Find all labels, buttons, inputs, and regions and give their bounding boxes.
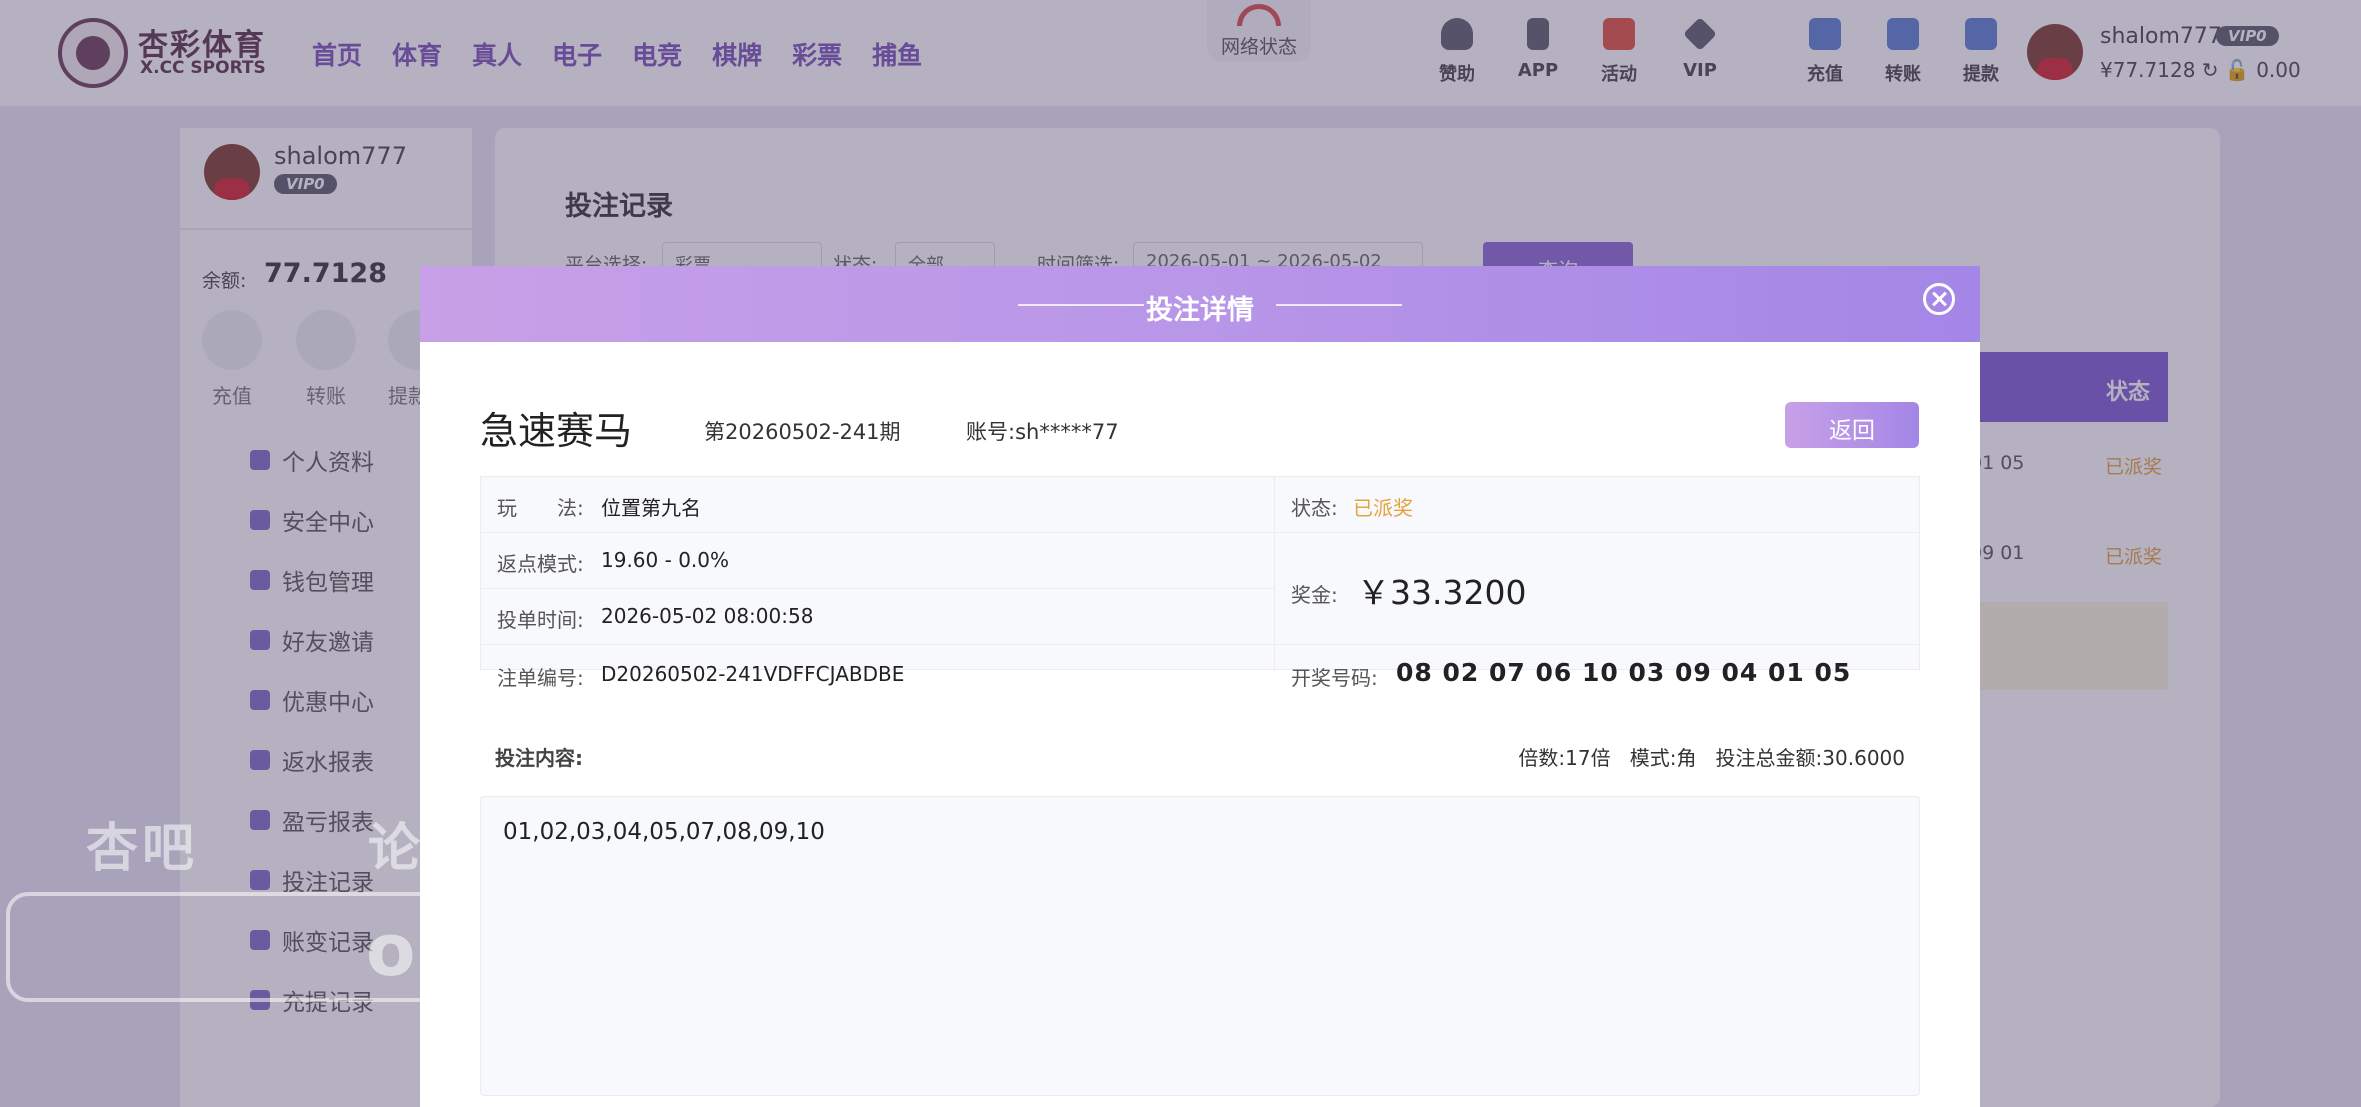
rebate-label: 返点模式: xyxy=(497,552,584,576)
account-value: sh*****77 xyxy=(1015,420,1119,444)
bet-detail-table: 玩 法: 位置第九名 返点模式: 19.60 - 0.0% 投单时间: 2026… xyxy=(480,476,1920,690)
title-decoration-right xyxy=(1276,304,1402,306)
total-amount-label: 投注总金额: xyxy=(1715,746,1823,770)
mode-value: 角 xyxy=(1676,746,1697,770)
bet-meta: 倍数:17倍 模式:角 投注总金额:30.6000 xyxy=(1518,742,1905,771)
status-badge: 已派奖 xyxy=(1353,496,1413,520)
draw-label: 开奖号码: xyxy=(1291,666,1378,690)
draw-numbers: 08 02 07 06 10 03 09 04 01 05 xyxy=(1396,658,1852,687)
bet-content-label: 投注内容: xyxy=(495,746,583,770)
back-button[interactable]: 返回 xyxy=(1785,402,1919,448)
order-no-value: D20260502-241VDFFCJABDBE xyxy=(601,662,905,686)
watermark-text-left: 杏吧 xyxy=(86,819,199,879)
detail-prize-cell: 奖金: ￥33.3200 xyxy=(1274,533,1920,645)
order-time-label: 投单时间: xyxy=(497,608,584,632)
play-label: 玩 法: xyxy=(497,496,584,520)
bet-numbers: 01,02,03,04,05,07,08,09,10 xyxy=(503,819,825,845)
detail-row-play: 玩 法: 位置第九名 xyxy=(481,477,1274,533)
account-label: 账号: xyxy=(966,420,1016,444)
detail-status-cell: 状态: 已派奖 xyxy=(1274,477,1920,533)
detail-draw-cell: 开奖号码: 08 02 07 06 10 03 09 04 01 05 xyxy=(1274,645,1920,690)
modal-header: 投注详情 xyxy=(420,266,1980,342)
mode-label: 模式: xyxy=(1629,746,1677,770)
game-name: 急速赛马 xyxy=(480,409,633,453)
account-info: 账号:sh*****77 xyxy=(966,416,1119,446)
status-label: 状态: xyxy=(1291,496,1338,520)
bet-detail-modal: 投注详情 急速赛马 第20260502-241期 账号:sh*****77 返回… xyxy=(420,266,1980,1107)
total-amount-value: 30.6000 xyxy=(1822,746,1905,770)
detail-row-order: 注单编号: D20260502-241VDFFCJABDBE xyxy=(481,645,1274,690)
multiplier-value: 17倍 xyxy=(1565,746,1611,770)
multiplier-label: 倍数: xyxy=(1518,746,1566,770)
prize-label: 奖金: xyxy=(1291,583,1338,607)
play-value: 位置第九名 xyxy=(601,496,701,520)
issue-number: 第20260502-241期 xyxy=(704,420,901,444)
close-icon[interactable] xyxy=(1923,283,1955,315)
bet-content-box: 01,02,03,04,05,07,08,09,10 xyxy=(480,796,1920,1096)
detail-row-time: 投单时间: 2026-05-02 08:00:58 xyxy=(481,589,1274,645)
detail-row-rebate: 返点模式: 19.60 - 0.0% xyxy=(481,533,1274,589)
order-no-label: 注单编号: xyxy=(497,666,584,690)
prize-value: ￥33.3200 xyxy=(1357,573,1527,612)
modal-title: 投注详情 xyxy=(1146,295,1254,326)
order-time-value: 2026-05-02 08:00:58 xyxy=(601,604,814,628)
rebate-value: 19.60 - 0.0% xyxy=(601,548,729,572)
